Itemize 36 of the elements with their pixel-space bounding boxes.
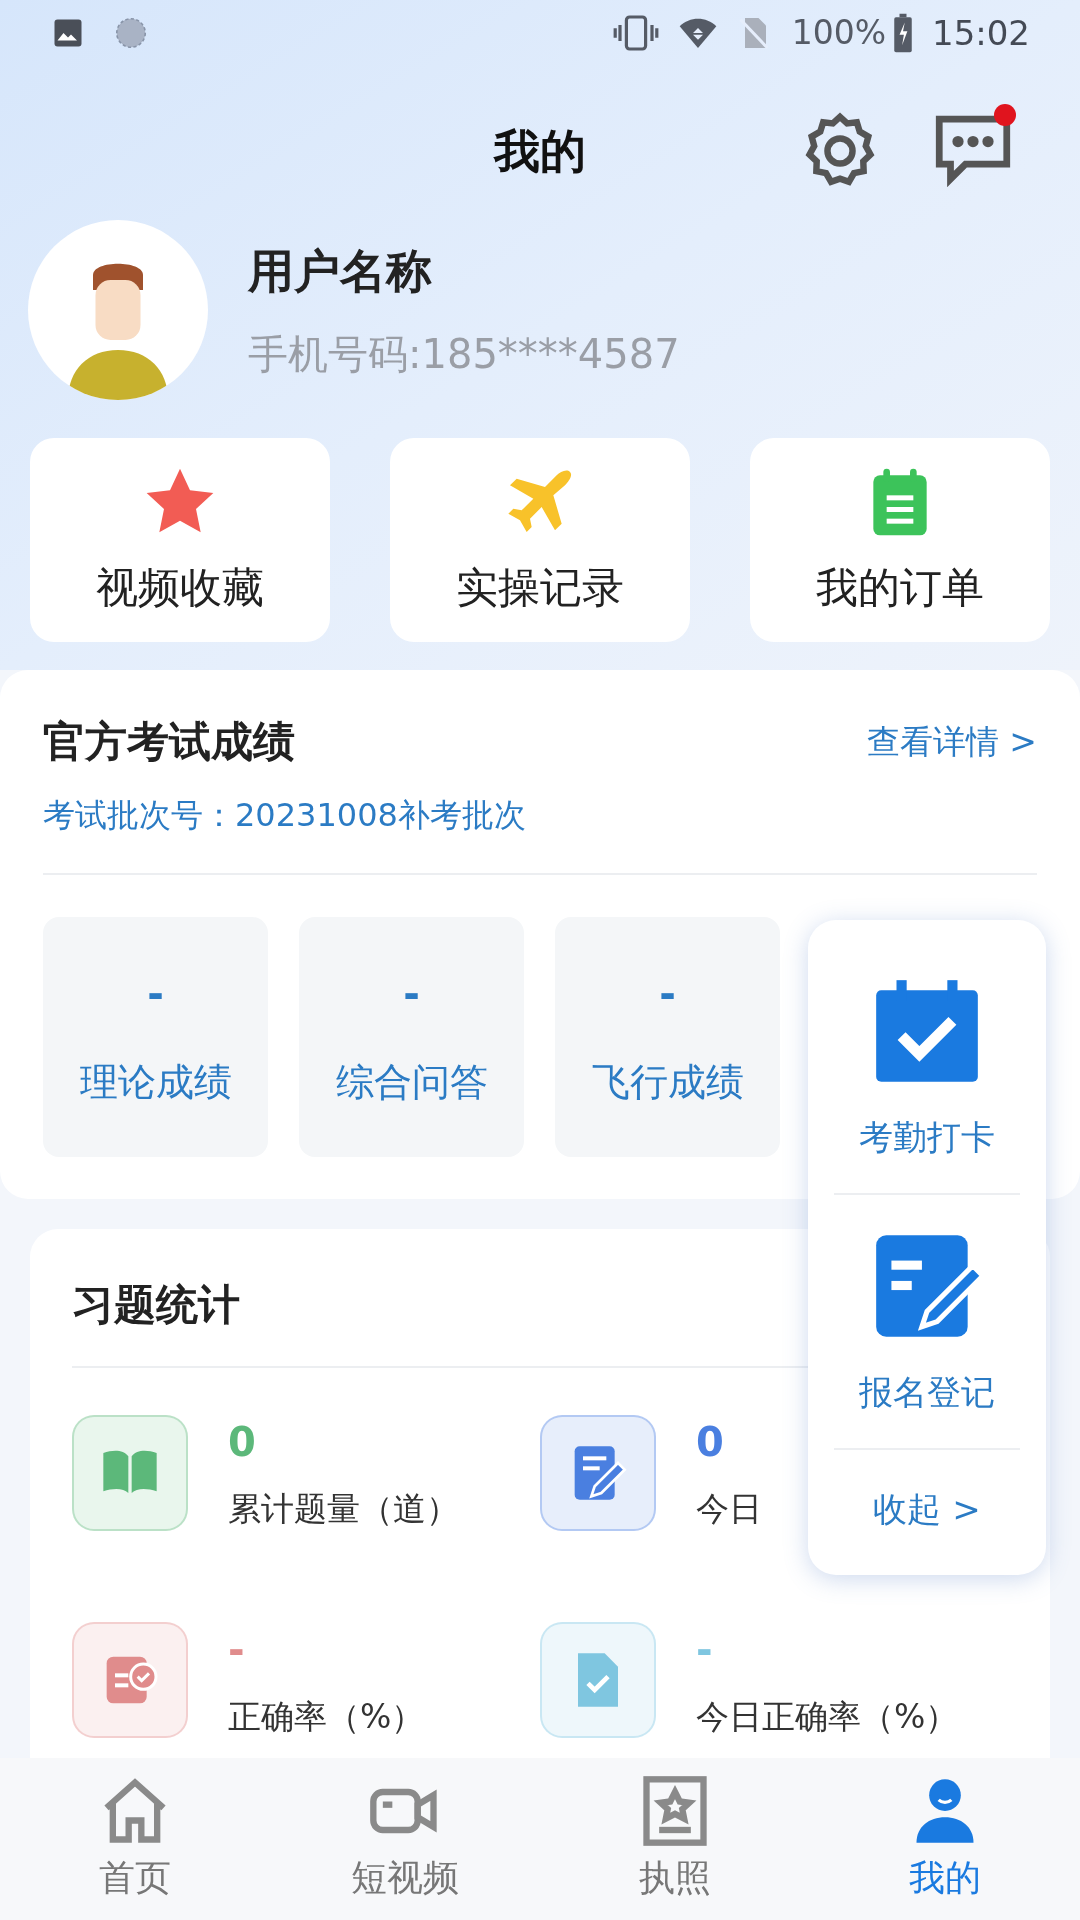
stat-value: 0 [696,1418,725,1467]
exam-batch: 考试批次号：20231008补考批次 [43,795,527,836]
file-check-icon [540,1622,656,1739]
shortcut-card[interactable]: 视频收藏 [30,438,330,642]
book-icon [72,1414,188,1531]
score-tile: - 综合问答 [299,917,524,1157]
stat-value: - [228,1625,246,1675]
user-name: 用户名称 [248,242,433,300]
phone-number: 手机号码:185****4587 [248,329,680,379]
shortcut-card[interactable]: 实操记录 [390,438,690,642]
battery-percent: 100% [791,12,886,55]
battery-charging-icon [892,12,914,54]
details-link[interactable]: 查看详情 > [866,716,1037,767]
stat-value: - [696,1625,714,1675]
clock-time: 15:02 [932,11,1030,55]
section-title: 官方考试成绩 [43,716,295,768]
nav-tab[interactable]: 执照 [540,1758,810,1920]
document-check-icon [72,1622,188,1739]
stat-label: 正确率（%） [228,1695,425,1738]
score-tile: - 理论成绩 [43,917,268,1157]
nav-tab[interactable]: 我的 [810,1758,1080,1920]
collapse-button[interactable]: 收起 > [873,1484,981,1535]
vibrate-icon [611,13,660,53]
panel-action[interactable]: 报名登记 [834,1195,1020,1450]
shortcut-card[interactable]: 我的订单 [750,438,1050,642]
stat-label: 今日正确率（%） [696,1695,959,1738]
score-tile: - 飞行成绩 [555,917,780,1157]
page-title: 我的 [494,122,586,180]
stat-label: 累计题量（道） [228,1488,459,1530]
note-pen-icon [540,1414,656,1531]
stat-label: 今日 [696,1488,762,1530]
stat-value: 0 [228,1418,257,1467]
panel-action[interactable]: 考勤打卡 [834,970,1020,1195]
nav-tab[interactable]: 短视频 [270,1758,540,1920]
nav-tab[interactable]: 首页 [0,1758,270,1920]
section-title: 习题统计 [72,1280,240,1329]
